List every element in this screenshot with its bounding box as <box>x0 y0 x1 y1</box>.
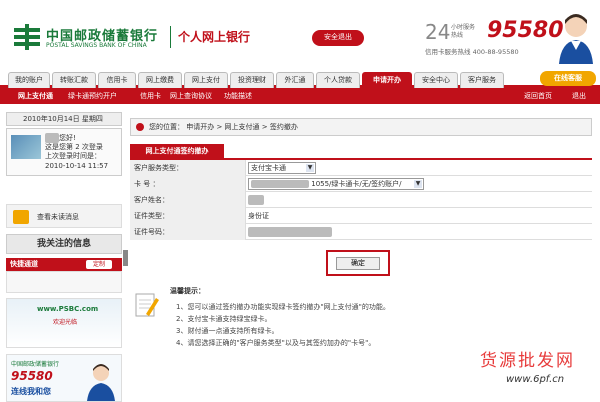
logo-english-name: POSTAL SAVINGS BANK OF CHINA <box>46 42 147 49</box>
user-info-box: 您好! 这是您第 2 次登录 上次登录时间是： 2010-10-14 11:57 <box>6 128 122 176</box>
hotline-sub: 小时服务热线 <box>451 24 476 39</box>
subnav-greencard-booking[interactable]: 绿卡通预约开户 <box>68 88 117 104</box>
subnav-credit-card[interactable]: 信用卡 <box>140 88 161 104</box>
chevron-down-icon: ▼ <box>414 180 422 188</box>
tip-item: 4、请您选择正确的"客户服务类型"以及与其签约加办的"卡号"。 <box>176 339 376 347</box>
unread-messages[interactable]: 查看未读消息 <box>6 204 122 228</box>
exit-link[interactable]: 退出 <box>572 88 586 104</box>
quick-access-title: 快捷通道 <box>10 260 38 268</box>
confirm-button[interactable]: 确定 <box>336 257 380 270</box>
row-id-number: 证件号码： <box>130 224 592 240</box>
card-number-value: 1055/绿卡通卡/无/签约账户/ <box>311 180 402 188</box>
label-id-number: 证件号码： <box>130 224 246 240</box>
page-header: 中国邮政储蓄银行 POSTAL SAVINGS BANK OF CHINA 个人… <box>0 0 600 70</box>
watermark-text: 货源批发网 <box>480 351 575 371</box>
ad-bank-name: 中国邮政储蓄银行 <box>11 361 60 368</box>
bank-logo[interactable]: 中国邮政储蓄银行 POSTAL SAVINGS BANK OF CHINA <box>12 22 162 54</box>
tab-loan[interactable]: 个人贷款 <box>316 72 360 88</box>
hotline-24: 24 <box>425 20 451 44</box>
header-divider <box>170 26 171 48</box>
left-sidebar: 2010年10月14日 星期四 您好! 这是您第 2 次登录 上次登录时间是： … <box>6 112 122 402</box>
watermark: 货源批发网 www.6pf.cn <box>480 346 596 398</box>
row-service-type: 客户服务类型： 支付宝卡通 ▼ <box>130 160 592 176</box>
tab-investment[interactable]: 投资理财 <box>230 72 274 88</box>
sidebar-collapse-handle[interactable] <box>123 250 128 266</box>
mail-icon <box>13 210 29 224</box>
pencil-note-icon <box>135 293 159 317</box>
hotline-ad[interactable]: 中国邮政储蓄银行 95580 连线我和您 <box>6 354 122 402</box>
subnav-query-protocol[interactable]: 网上查询协议 <box>170 88 212 104</box>
row-id-type: 证件类型： 身份证 <box>130 208 592 224</box>
customize-button[interactable]: 定制 <box>86 260 112 269</box>
masked-name <box>248 195 264 205</box>
tip-item: 3、财付通一点通支持所有绿卡。 <box>176 327 279 335</box>
masked-id-number <box>248 227 332 237</box>
confirm-highlight: 确定 <box>326 250 390 276</box>
hotline-number: 95580 <box>487 18 564 43</box>
tab-apply[interactable]: 申请开办 <box>362 72 412 88</box>
quick-access-header: 快捷通道 定制 <box>6 258 122 271</box>
last-login-label: 上次登录时间是： <box>45 152 101 160</box>
label-customer-name: 客户姓名： <box>130 192 246 208</box>
panel-title: 网上支付通签约撤办 <box>130 144 224 158</box>
sub-nav: 网上支付通 绿卡通预约开户 信用卡 网上查询协议 功能描述 返回首页 退出 <box>0 88 600 104</box>
subnav-function-desc[interactable]: 功能描述 <box>224 88 252 104</box>
logout-button[interactable]: 安全退出 <box>312 30 364 46</box>
subnav-online-pay[interactable]: 网上支付通 <box>18 88 53 104</box>
user-photo <box>11 135 41 159</box>
tab-transfer[interactable]: 转账汇款 <box>52 72 96 88</box>
tips-title: 温馨提示： <box>170 287 205 295</box>
chevron-down-icon: ▼ <box>306 164 314 172</box>
favorites-title: 我关注的信息 <box>6 234 122 254</box>
ad-website: www.PSBC.com <box>37 305 99 313</box>
tip-item: 2、支付宝卡通支持绿宝绿卡。 <box>176 315 272 323</box>
tab-forex[interactable]: 外汇通 <box>276 72 314 88</box>
label-service-type: 客户服务类型： <box>130 160 246 176</box>
breadcrumb-text: 您的位置： 申请开办 > 网上支付通 > 签约撤办 <box>149 123 298 131</box>
current-date: 2010年10月14日 星期四 <box>6 112 122 126</box>
credit-card-hotline: 信用卡服务热线 400-88-95580 <box>425 48 519 56</box>
service-agent-image <box>559 14 593 64</box>
ad-welcome: 欢迎光临 <box>53 319 78 326</box>
tab-my-account[interactable]: 我的账户 <box>8 72 50 88</box>
tab-credit-card[interactable]: 信用卡 <box>98 72 136 88</box>
card-number-select[interactable]: 1055/绿卡通卡/无/签约账户/ ▼ <box>248 178 424 190</box>
tab-security[interactable]: 安全中心 <box>414 72 458 88</box>
agent-girl-image <box>87 364 115 401</box>
id-number-value <box>248 226 332 238</box>
quick-access-list <box>6 271 122 293</box>
unread-messages-label: 查看未读消息 <box>37 213 79 221</box>
ad-slogan: 连线我和您 <box>11 387 51 396</box>
site-title: 个人网上银行 <box>178 30 251 44</box>
tab-online-pay[interactable]: 网上支付 <box>184 72 228 88</box>
masked-card-number <box>251 180 309 188</box>
customer-name-value <box>248 194 264 206</box>
back-home-link[interactable]: 返回首页 <box>524 88 552 104</box>
location-icon <box>136 123 144 131</box>
main-nav: 我的账户 转账汇款 信用卡 网上缴费 网上支付 投资理财 外汇通 个人贷款 申请… <box>0 70 600 88</box>
ad-hotline-number: 95580 <box>11 369 53 383</box>
row-card-number: 卡 号 ： 1055/绿卡通卡/无/签约账户/ ▼ <box>130 176 592 192</box>
watermark-url: www.6pf.cn <box>506 374 565 385</box>
last-login-time: 2010-10-14 11:57 <box>45 162 109 170</box>
label-id-type: 证件类型： <box>130 208 246 224</box>
tip-item: 1、您可以通过签约撤办功能实现绿卡签约撤办"网上支付通"的功能。 <box>176 303 390 311</box>
psbc-website-ad[interactable]: www.PSBC.com 欢迎光临 <box>6 298 122 348</box>
row-customer-name: 客户姓名： <box>130 192 592 208</box>
id-type-value: 身份证 <box>248 212 269 220</box>
service-type-value: 支付宝卡通 <box>251 164 286 172</box>
online-service-button[interactable]: 在线客服 <box>540 71 596 86</box>
tab-payment[interactable]: 网上缴费 <box>138 72 182 88</box>
psbc-logo-icon <box>14 24 40 50</box>
breadcrumb: 您的位置： 申请开办 > 网上支付通 > 签约撤办 <box>130 118 592 136</box>
tab-service[interactable]: 客户服务 <box>460 72 504 88</box>
service-type-select[interactable]: 支付宝卡通 ▼ <box>248 162 316 174</box>
label-card-number: 卡 号 ： <box>130 176 246 192</box>
hotline-banner: 24 小时服务热线 95580 信用卡服务热线 400-88-95580 <box>425 18 564 58</box>
